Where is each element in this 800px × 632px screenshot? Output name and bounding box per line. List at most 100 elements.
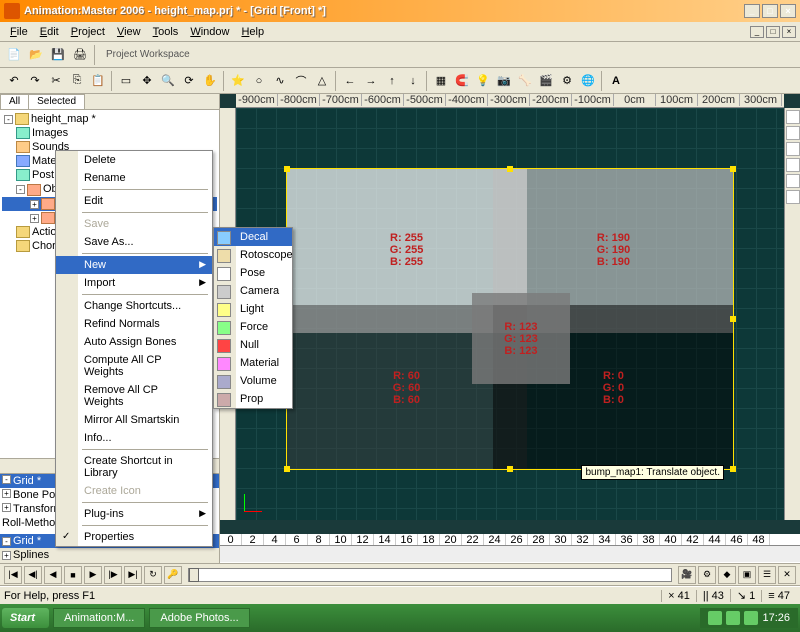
print-icon[interactable]: 🖨 — [70, 45, 90, 65]
timeline-track[interactable] — [220, 546, 800, 562]
sub-camera[interactable]: Camera — [214, 282, 292, 300]
render-button[interactable]: 🎥 — [678, 566, 696, 584]
tray-icon[interactable] — [744, 611, 758, 625]
slider-thumb[interactable] — [189, 568, 199, 582]
submenu-new[interactable]: Decal Rotoscope Pose Camera Light Force … — [213, 227, 293, 409]
tree-images[interactable]: Images — [2, 126, 217, 140]
open-file-icon[interactable]: 📂 — [26, 45, 46, 65]
menu-edit[interactable]: Edit — [34, 24, 65, 40]
camera-icon[interactable]: 📷 — [494, 71, 514, 91]
ctx-rename[interactable]: Rename — [56, 169, 212, 187]
rotate-icon[interactable]: ⟳ — [179, 71, 199, 91]
new-file-icon[interactable]: 📄 — [4, 45, 24, 65]
menu-window[interactable]: Window — [184, 24, 235, 40]
vt-lathe-icon[interactable] — [786, 174, 800, 188]
menu-view[interactable]: View — [111, 24, 147, 40]
misc-icon[interactable]: ◆ — [718, 566, 736, 584]
undo-icon[interactable]: ↶ — [4, 71, 24, 91]
close-button[interactable]: × — [780, 4, 796, 18]
sub-decal[interactable]: Decal — [214, 228, 292, 246]
viewport[interactable]: -900cm-800cm-700cm-600cm-500cm-400cm-300… — [220, 94, 800, 534]
handle-tl[interactable] — [284, 166, 290, 172]
loop-button[interactable]: ↻ — [144, 566, 162, 584]
ctx-plugins[interactable]: Plug-ins▶ — [56, 505, 212, 523]
context-menu[interactable]: Delete Rename Edit Save Save As... New▶ … — [55, 150, 213, 547]
arrow-down-icon[interactable]: ↓ — [403, 71, 423, 91]
misc-icon-3[interactable]: ☰ — [758, 566, 776, 584]
lamp-icon[interactable]: 💡 — [473, 71, 493, 91]
poly-icon[interactable]: △ — [312, 71, 332, 91]
menu-project[interactable]: Project — [65, 24, 111, 40]
sub-rotoscope[interactable]: Rotoscope — [214, 246, 292, 264]
minimize-button[interactable]: _ — [744, 4, 760, 18]
vt-bone-icon[interactable] — [786, 142, 800, 156]
handle-tm[interactable] — [507, 166, 513, 172]
menu-help[interactable]: Help — [235, 24, 270, 40]
tab-selected[interactable]: Selected — [28, 94, 85, 109]
key-button[interactable]: 🔑 — [164, 566, 182, 584]
ctx-edit[interactable]: Edit — [56, 192, 212, 210]
globe-icon[interactable]: 🌐 — [578, 71, 598, 91]
ctx-info[interactable]: Info... — [56, 429, 212, 447]
arrow-up-icon[interactable]: ↑ — [382, 71, 402, 91]
select-icon[interactable]: ▭ — [116, 71, 136, 91]
tray-icon[interactable] — [726, 611, 740, 625]
zoom-icon[interactable]: 🔍 — [158, 71, 178, 91]
sub-material[interactable]: Material — [214, 354, 292, 372]
tl-splines[interactable]: +Splines — [0, 548, 219, 562]
grid-icon[interactable]: ▦ — [431, 71, 451, 91]
ctx-save-as[interactable]: Save As... — [56, 233, 212, 251]
ctx-import[interactable]: Import▶ — [56, 274, 212, 292]
canvas[interactable]: R: 255G: 255B: 255 R: 190G: 190B: 190 R:… — [236, 108, 784, 520]
play-button[interactable]: ▶ — [84, 566, 102, 584]
ctx-new[interactable]: New▶ — [56, 256, 212, 274]
paste-icon[interactable]: 📋 — [88, 71, 108, 91]
vt-cursor-icon[interactable] — [786, 110, 800, 124]
sub-volume[interactable]: Volume — [214, 372, 292, 390]
system-tray[interactable]: 17:26 — [700, 608, 798, 628]
tab-all[interactable]: All — [0, 94, 29, 109]
ctx-save[interactable]: Save — [56, 215, 212, 233]
task-animation-master[interactable]: Animation:M... — [53, 608, 145, 628]
sub-light[interactable]: Light — [214, 300, 292, 318]
task-photoshop[interactable]: Adobe Photos... — [149, 608, 249, 628]
ctx-create-shortcut[interactable]: Create Shortcut in Library — [56, 452, 212, 482]
ctx-compute-cp[interactable]: Compute All CP Weights — [56, 351, 212, 381]
ctx-auto-assign[interactable]: Auto Assign Bones — [56, 333, 212, 351]
arrow-left-icon[interactable]: ← — [340, 71, 360, 91]
cut-icon[interactable]: ✂ — [46, 71, 66, 91]
ctx-properties[interactable]: ✓Properties — [56, 528, 212, 546]
handle-tr[interactable] — [730, 166, 736, 172]
goto-start-button[interactable]: |◀ — [4, 566, 22, 584]
curve-icon[interactable]: ∿ — [270, 71, 290, 91]
step-forward-button[interactable]: |▶ — [104, 566, 122, 584]
vt-edit-icon[interactable] — [786, 126, 800, 140]
render-icon[interactable]: 🎬 — [536, 71, 556, 91]
start-button[interactable]: Start — [2, 608, 49, 628]
vt-extrude-icon[interactable] — [786, 190, 800, 204]
arrow-right-icon[interactable]: → — [361, 71, 381, 91]
bone-icon[interactable]: 🦴 — [515, 71, 535, 91]
save-icon[interactable]: 💾 — [48, 45, 68, 65]
maximize-button[interactable]: □ — [762, 4, 778, 18]
redo-icon[interactable]: ↷ — [25, 71, 45, 91]
star-icon[interactable]: ⭐ — [228, 71, 248, 91]
goto-end-button[interactable]: ▶| — [124, 566, 142, 584]
stop-button[interactable]: ■ — [64, 566, 82, 584]
sub-pose[interactable]: Pose — [214, 264, 292, 282]
gear-icon[interactable]: ⚙ — [557, 71, 577, 91]
step-back-button[interactable]: ◀| — [24, 566, 42, 584]
handle-bm[interactable] — [507, 466, 513, 472]
ctx-create-icon[interactable]: Create Icon — [56, 482, 212, 500]
mdi-max-button[interactable]: □ — [766, 26, 780, 38]
ctx-delete[interactable]: Delete — [56, 151, 212, 169]
sub-force[interactable]: Force — [214, 318, 292, 336]
pan-icon[interactable]: ✋ — [200, 71, 220, 91]
menu-tools[interactable]: Tools — [147, 24, 185, 40]
misc-icon-2[interactable]: ▣ — [738, 566, 756, 584]
ctx-mirror-ss[interactable]: Mirror All Smartskin — [56, 411, 212, 429]
copy-icon[interactable]: ⎘ — [67, 71, 87, 91]
menu-file[interactable]: FFileile — [4, 24, 34, 40]
tray-icon[interactable] — [708, 611, 722, 625]
handle-br[interactable] — [730, 466, 736, 472]
